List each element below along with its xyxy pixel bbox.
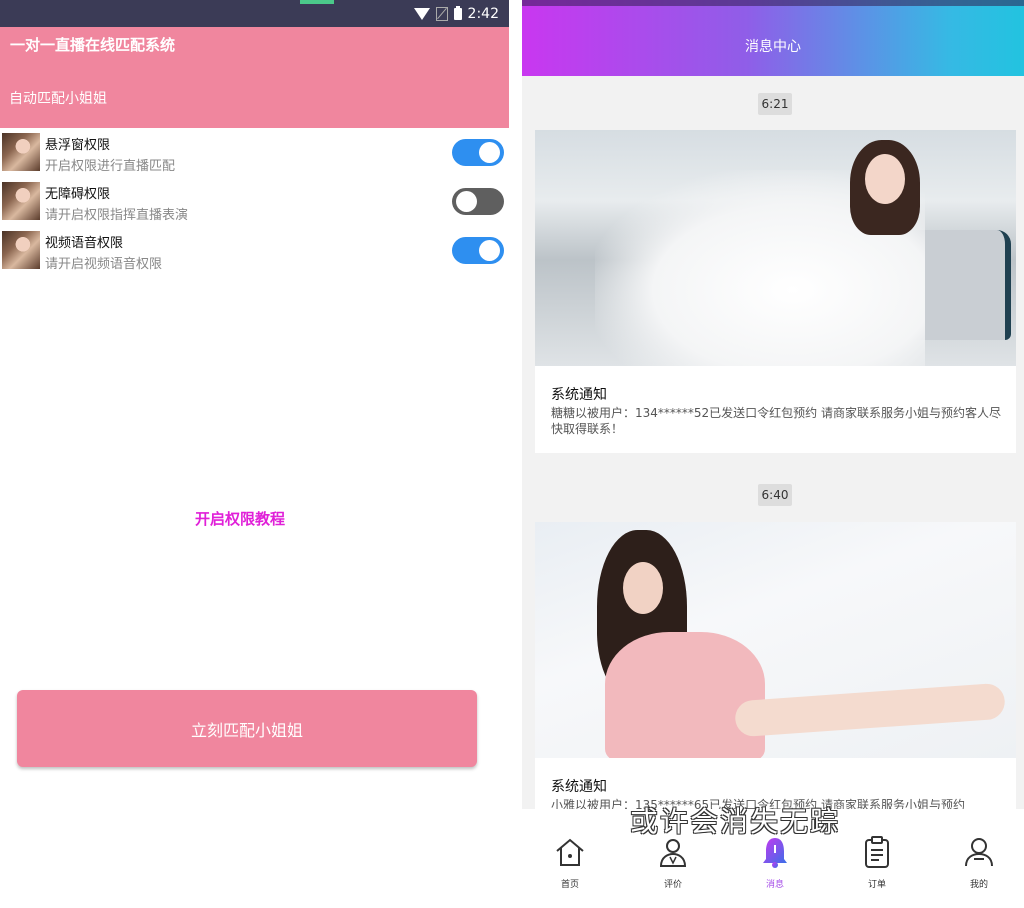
accessibility-permission-toggle[interactable]: [452, 188, 504, 215]
user-icon: [965, 838, 993, 867]
tab-orders[interactable]: 订单: [847, 835, 907, 890]
message-photo: [535, 522, 1016, 758]
photo-face-shape: [865, 154, 905, 204]
tab-messages[interactable]: 消息: [745, 835, 805, 890]
permission-desc: 开启权限进行直播匹配: [45, 159, 176, 174]
toggle-knob: [479, 240, 500, 261]
home-icon: [556, 838, 584, 866]
overlay-permission-toggle[interactable]: [452, 139, 504, 166]
app-title: 一对一直播在线匹配系统: [10, 36, 176, 54]
status-icons: 2:42: [413, 4, 499, 24]
app-header: 一对一直播在线匹配系统 自动匹配小姐姐: [0, 27, 509, 128]
clipboard-icon: [865, 836, 889, 868]
status-time: 2:42: [467, 6, 499, 22]
message-title: 系统通知: [551, 779, 607, 795]
permission-title: 无障碍权限: [45, 187, 111, 202]
permission-row-accessibility: 无障碍权限 请开启权限指挥直播表演: [0, 180, 509, 224]
status-accent-bar: [300, 0, 334, 4]
message-center-header: 消息中心: [522, 0, 1024, 76]
review-icon: [659, 839, 687, 867]
tab-review[interactable]: 评价: [643, 835, 703, 890]
message-card[interactable]: 系统通知 糖糖以被用户：134******52已发送口令红包预约 请商家联系服务…: [535, 130, 1016, 453]
watermark-text: 或许会消失无踪: [630, 805, 841, 838]
bell-icon: [763, 838, 787, 868]
tab-label: 消息: [765, 880, 784, 890]
page-title: 消息中心: [745, 39, 801, 55]
toggle-knob: [479, 142, 500, 163]
photo-face-shape: [623, 562, 663, 614]
message-title: 系统通知: [551, 387, 607, 403]
av-permission-toggle[interactable]: [452, 237, 504, 264]
battery-icon: [453, 6, 462, 20]
photo-legs-shape: [734, 682, 1006, 738]
permission-row-overlay: 悬浮窗权限 开启权限进行直播匹配: [0, 131, 509, 175]
toggle-knob: [456, 191, 477, 212]
app-subtitle: 自动匹配小姐姐: [9, 91, 107, 107]
permission-tutorial-link[interactable]: 开启权限教程: [0, 508, 480, 529]
wifi-icon: [413, 8, 430, 20]
message-photo: [535, 130, 1016, 366]
status-bar: 2:42: [0, 0, 509, 27]
tab-profile[interactable]: 我的: [949, 835, 1009, 890]
status-bar: [522, 0, 1024, 6]
permission-avatar: [2, 231, 40, 269]
right-screen: 消息中心 6:21 系统通知 糖糖以被用户：134******52已发送口令红包…: [522, 0, 1024, 908]
permission-avatar: [2, 133, 40, 171]
message-time: 6:40: [758, 484, 792, 506]
permission-title: 视频语音权限: [45, 236, 124, 251]
tab-label: 首页: [560, 880, 579, 890]
tab-label: 我的: [969, 880, 988, 890]
no-sim-icon: [435, 7, 448, 21]
permission-title: 悬浮窗权限: [45, 138, 111, 153]
tab-label: 评价: [663, 880, 682, 890]
match-now-button[interactable]: 立刻匹配小姐姐: [17, 690, 477, 767]
tab-home[interactable]: 首页: [540, 835, 600, 890]
permission-desc: 请开启视频语音权限: [45, 257, 163, 272]
photo-dress-shape: [605, 632, 765, 758]
permission-row-av: 视频语音权限 请开启视频语音权限: [0, 229, 509, 273]
permission-avatar: [2, 182, 40, 220]
message-time: 6:21: [758, 93, 792, 115]
tab-label: 订单: [867, 880, 886, 890]
left-screen: 2:42 一对一直播在线匹配系统 自动匹配小姐姐 悬浮窗权限 开启权限进行直播匹…: [0, 0, 509, 908]
permission-desc: 请开启权限指挥直播表演: [45, 208, 189, 223]
message-card[interactable]: 系统通知 小雅以被用户：135******65已发送口令红包预约 请商家联系服务…: [535, 522, 1016, 822]
message-body: 糖糖以被用户：134******52已发送口令红包预约 请商家联系服务小姐与预约…: [551, 406, 1001, 436]
